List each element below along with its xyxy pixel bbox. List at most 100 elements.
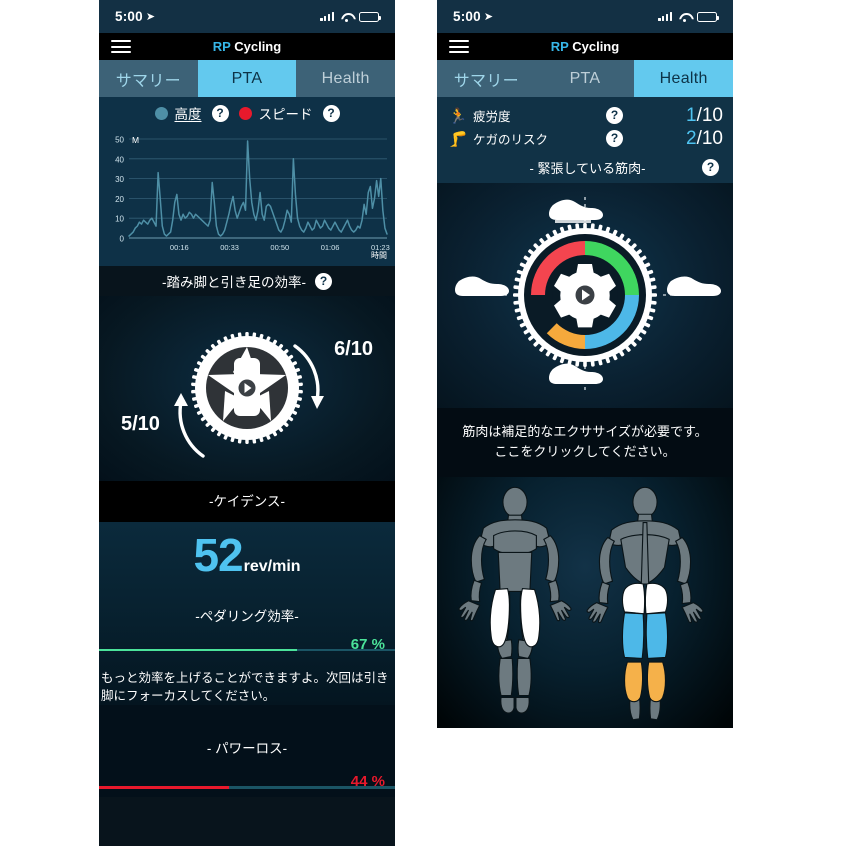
injury-risk-scale: /10 [696, 127, 723, 149]
elevation-chart-svg: 01020304050 M00:16 00:33 00:50 01:06 01:23時間 [115, 135, 390, 260]
front-left-shin [498, 657, 514, 697]
svg-text:40: 40 [115, 155, 124, 164]
tab-pta[interactable]: PTA [197, 60, 297, 97]
front-body-muscle-map [458, 486, 572, 714]
svg-text:時間: 時間 [371, 251, 387, 260]
back-calves-highlight [623, 661, 667, 703]
front-right-hand [549, 600, 572, 622]
health-metrics-list: 🏃 疲労度 ? 1/10 🦵 ケガのリスク ? 2/10 [437, 97, 733, 154]
tense-muscles-help-icon[interactable]: ? [702, 159, 719, 176]
status-bar: 5:00 ➤ [99, 0, 395, 33]
muscle-tension-gauge-panel[interactable] [437, 183, 733, 408]
front-abdomen [497, 551, 533, 592]
injured-leg-icon: 🦵 [448, 130, 468, 148]
front-chest [493, 530, 537, 555]
cadence-title-band: -ケイデンス- [99, 481, 395, 522]
injury-risk-score: 2 [686, 127, 697, 149]
tab-health[interactable]: Health [296, 60, 395, 97]
gear-chainring-gauge-icon [513, 223, 657, 367]
front-right-arm [543, 534, 560, 583]
back-hamstrings-highlight [621, 612, 669, 659]
advice-line-2: ここをクリックしてください。 [494, 443, 676, 459]
gauge-graphic [455, 197, 721, 394]
back-right-forearm [679, 581, 692, 605]
status-time-right: 5:00 [453, 9, 481, 24]
efficiency-help-icon[interactable]: ? [315, 272, 332, 290]
svg-text:10: 10 [115, 215, 124, 224]
fatigue-score: 1 [686, 104, 697, 126]
metric-row-injury-risk[interactable]: 🦵 ケガのリスク ? 2/10 [447, 127, 723, 150]
cadence-unit: rev/min [243, 558, 301, 575]
pedaling-efficiency-title: -ペダリング効率- [195, 609, 299, 624]
hamburger-menu-icon[interactable] [111, 40, 131, 53]
wifi-icon-right [678, 12, 691, 22]
pedaling-efficiency-bar: 67 % [99, 636, 395, 660]
front-right-shin [516, 657, 532, 697]
status-indicators [320, 11, 381, 22]
tab-bar: サマリー PTA Health [99, 60, 395, 97]
legend-speed: スピード [238, 103, 313, 123]
speed-help-icon[interactable]: ? [322, 104, 340, 122]
svg-text:M: M [132, 135, 139, 145]
back-head [632, 486, 658, 518]
efficiency-header: -踏み脚と引き足の効率- ? [99, 266, 395, 296]
svg-text:00:50: 00:50 [270, 243, 289, 252]
spine [640, 522, 650, 585]
tab-summary[interactable]: サマリー [99, 60, 198, 97]
tab-health-right[interactable]: Health [634, 60, 733, 97]
metric-value-fatigue: 1/10 [667, 105, 723, 127]
elevation-chart[interactable]: 0 10 20 30 40 50 M 00:16 00:33 00:50 01:06 01:23 時間 [99, 129, 395, 266]
status-indicators-right [658, 11, 719, 22]
app-title-right: RP Cycling [437, 39, 733, 54]
fatigue-help-icon[interactable]: ? [606, 107, 623, 124]
wifi-icon [340, 12, 353, 22]
status-bar-right: 5:00 ➤ [437, 0, 733, 33]
injury-risk-help-icon[interactable]: ? [606, 130, 623, 147]
body-muscle-map-panel[interactable] [437, 477, 733, 728]
app-title-brand: RP [212, 39, 231, 54]
cadence-body: 52rev/min -ペダリング効率- 67 % もっと効率を上げることができま… [99, 522, 395, 706]
back-left-arm [598, 536, 616, 585]
curved-arrow-up-icon [178, 400, 205, 458]
svg-text:01:06: 01:06 [321, 243, 340, 252]
tab-pta-right[interactable]: PTA [535, 60, 635, 97]
back-right-hand [681, 601, 704, 624]
front-head [502, 486, 528, 518]
cycling-shoe-icon-left [455, 276, 509, 296]
front-left-hand [458, 600, 481, 622]
svg-text:30: 30 [115, 175, 124, 184]
legend-altitude-label: 高度 [174, 107, 202, 122]
efficiency-score-left: 5/10 [121, 413, 160, 435]
location-arrow-icon: ➤ [145, 11, 156, 23]
front-left-forearm [470, 579, 483, 603]
app-title-rest-right: Cycling [568, 39, 620, 54]
efficiency-tip-text: もっと効率を上げることができますよ。次回は引き脚にフォーカスしてください。 [101, 671, 389, 704]
muscle-advice-text[interactable]: 筋肉は補足的なエクササイズが必要です。 ここをクリックしてください。 [437, 408, 733, 477]
cycling-shoe-icon-right [667, 276, 721, 296]
metric-label-fatigue: 疲労度 [473, 110, 511, 124]
svg-text:00:33: 00:33 [220, 243, 239, 252]
status-time: 5:00 [115, 9, 143, 24]
front-quadriceps-highlight [489, 588, 541, 648]
metric-label-injury-risk: ケガのリスク [473, 133, 549, 147]
chainring-graphic [174, 332, 324, 458]
altitude-color-dot [154, 106, 168, 120]
fatigue-scale: /10 [696, 104, 723, 126]
front-left-foot [500, 696, 515, 714]
hamburger-menu-icon-right[interactable] [449, 40, 469, 53]
battery-icon [359, 11, 381, 22]
phone-right-health-screen: 5:00 ➤ RP Cycling サマリー PTA Health 🏃 疲労度 … [437, 0, 733, 728]
bicycle-chainring-icon [191, 332, 303, 444]
efficiency-score-right: 6/10 [334, 338, 373, 360]
cadence-readout: 52rev/min [99, 532, 395, 578]
efficiency-percent: 67 % [350, 636, 385, 653]
back-body-muscle-map [586, 486, 704, 721]
battery-icon-right [697, 11, 719, 22]
power-loss-block: - パワーロス- 44 % [99, 705, 395, 798]
metric-row-fatigue[interactable]: 🏃 疲労度 ? 1/10 [447, 104, 723, 127]
cadence-title: -ケイデンス- [209, 494, 285, 509]
altitude-help-icon[interactable]: ? [211, 104, 229, 122]
tab-summary-right[interactable]: サマリー [437, 60, 536, 97]
cycling-shoe-icon-bottom [549, 363, 603, 384]
cellular-signal-icon-right [658, 12, 672, 21]
